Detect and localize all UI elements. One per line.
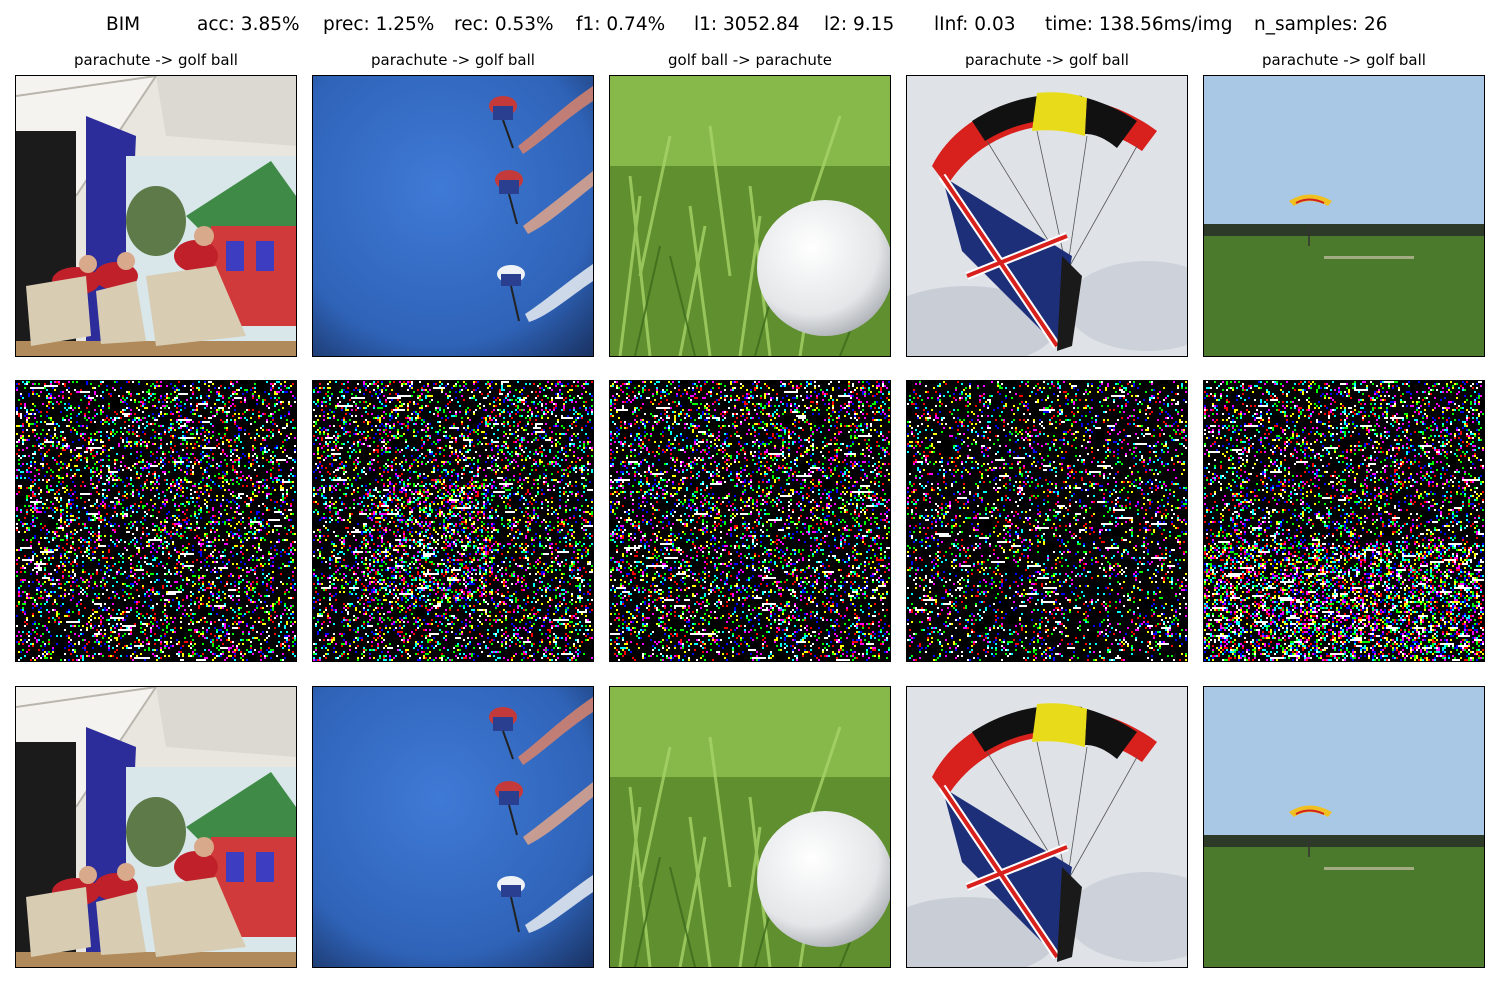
- recall-metric: rec: 0.53%: [454, 14, 554, 35]
- column-title: parachute -> golf ball: [74, 51, 238, 69]
- perturbation-noise-image: [1203, 380, 1485, 662]
- l1-metric: l1: 3052.84: [694, 14, 800, 35]
- original-image-skydivers: [312, 75, 594, 357]
- method-label: BIM: [106, 14, 141, 35]
- column-title: parachute -> golf ball: [965, 51, 1129, 69]
- samples-metric: n_samples: 26: [1254, 14, 1388, 35]
- original-image-stage: [15, 75, 297, 357]
- linf-metric: lInf: 0.03: [934, 14, 1016, 35]
- adversarial-image-field: [1203, 686, 1485, 968]
- time-metric: time: 138.56ms/img: [1045, 14, 1233, 35]
- adversarial-image-golfball: [609, 686, 891, 968]
- original-image-flag-parachute: [906, 75, 1188, 357]
- original-image-golfball: [609, 75, 891, 357]
- perturbation-noise-image: [609, 380, 891, 662]
- adversarial-image-flag-parachute: [906, 686, 1188, 968]
- perturbation-noise-image: [15, 380, 297, 662]
- original-image-field: [1203, 75, 1485, 357]
- accuracy-metric: acc: 3.85%: [197, 14, 300, 35]
- column-title: parachute -> golf ball: [371, 51, 535, 69]
- column-title: golf ball -> parachute: [668, 51, 832, 69]
- adversarial-image-stage: [15, 686, 297, 968]
- perturbation-noise-image: [906, 380, 1188, 662]
- precision-metric: prec: 1.25%: [323, 14, 435, 35]
- l2-metric: l2: 9.15: [824, 14, 895, 35]
- adversarial-image-skydivers: [312, 686, 594, 968]
- perturbation-noise-image: [312, 380, 594, 662]
- column-title: parachute -> golf ball: [1262, 51, 1426, 69]
- f1-metric: f1: 0.74%: [576, 14, 666, 35]
- figure-title: BIM acc: 3.85% prec: 1.25% rec: 0.53% f1…: [0, 14, 1500, 44]
